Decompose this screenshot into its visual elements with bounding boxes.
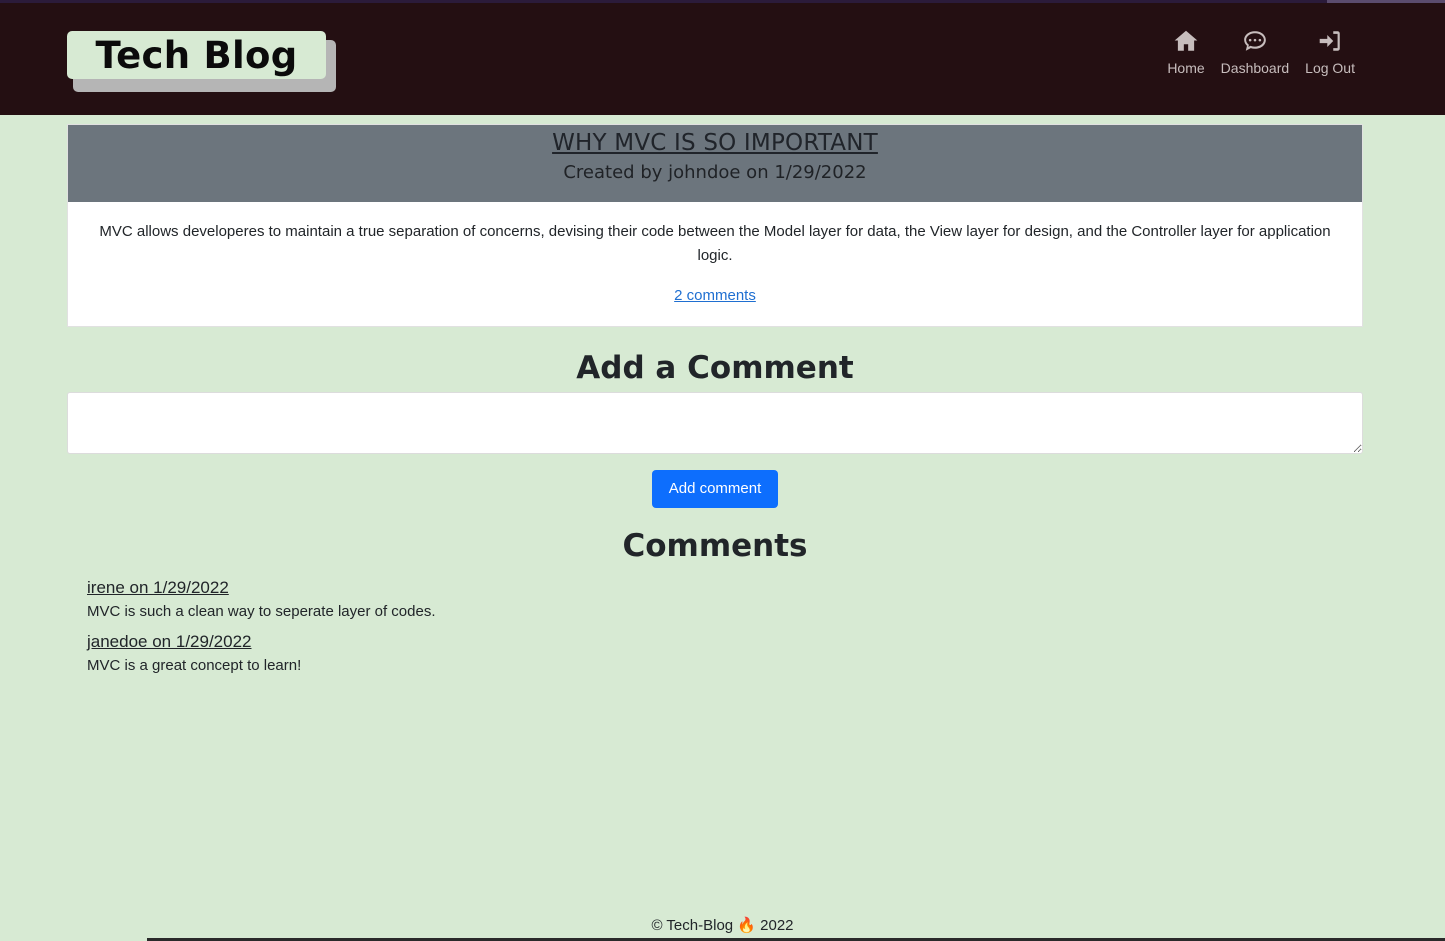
sign-in-icon bbox=[1319, 31, 1340, 51]
nav-dashboard-label: Dashboard bbox=[1220, 60, 1290, 76]
site-header: Tech Blog Home Dashboard Log Out bbox=[0, 3, 1445, 115]
post-meta: Created by johndoe on 1/29/2022 bbox=[563, 162, 867, 183]
post-content: MVC allows developeres to maintain a tru… bbox=[99, 223, 1331, 264]
logo-text[interactable]: Tech Blog bbox=[67, 31, 326, 79]
button-row: Add comment bbox=[67, 470, 1363, 508]
logo[interactable]: Tech Blog bbox=[67, 31, 336, 92]
post-body: MVC allows developeres to maintain a tru… bbox=[68, 202, 1362, 326]
nav-logout[interactable]: Log Out bbox=[1305, 28, 1355, 76]
post-header: WHY MVC IS SO IMPORTANT Created by johnd… bbox=[68, 125, 1362, 202]
nav-home-label: Home bbox=[1167, 60, 1205, 76]
home-icon bbox=[1174, 30, 1198, 51]
list-item: irene on 1/29/2022 MVC is such a clean w… bbox=[87, 578, 1363, 620]
comment-text: MVC is a great concept to learn! bbox=[87, 657, 302, 674]
chat-icon bbox=[1244, 31, 1266, 51]
list-item: janedoe on 1/29/2022 MVC is a great conc… bbox=[87, 632, 1363, 674]
add-comment-button[interactable]: Add comment bbox=[652, 470, 778, 508]
main-nav: Home Dashboard Log Out bbox=[1167, 28, 1355, 76]
nav-home[interactable]: Home bbox=[1167, 28, 1205, 76]
site-footer: © Tech-Blog 🔥 2022 bbox=[651, 917, 794, 934]
main-content: WHY MVC IS SO IMPORTANT Created by johnd… bbox=[67, 124, 1363, 686]
comment-list: irene on 1/29/2022 MVC is such a clean w… bbox=[67, 578, 1363, 674]
comment-author[interactable]: irene on 1/29/2022 bbox=[87, 578, 229, 598]
comment-textarea[interactable] bbox=[67, 392, 1363, 454]
nav-logout-label: Log Out bbox=[1305, 60, 1355, 76]
post-title[interactable]: WHY MVC IS SO IMPORTANT bbox=[552, 130, 878, 156]
comments-count-link[interactable]: 2 comments bbox=[674, 284, 756, 308]
add-comment-heading: Add a Comment bbox=[576, 350, 854, 386]
post-card: WHY MVC IS SO IMPORTANT Created by johnd… bbox=[67, 124, 1363, 327]
nav-dashboard[interactable]: Dashboard bbox=[1220, 28, 1290, 76]
comment-text: MVC is such a clean way to seperate laye… bbox=[87, 603, 436, 620]
comments-heading: Comments bbox=[622, 528, 808, 564]
comment-author[interactable]: janedoe on 1/29/2022 bbox=[87, 632, 252, 652]
